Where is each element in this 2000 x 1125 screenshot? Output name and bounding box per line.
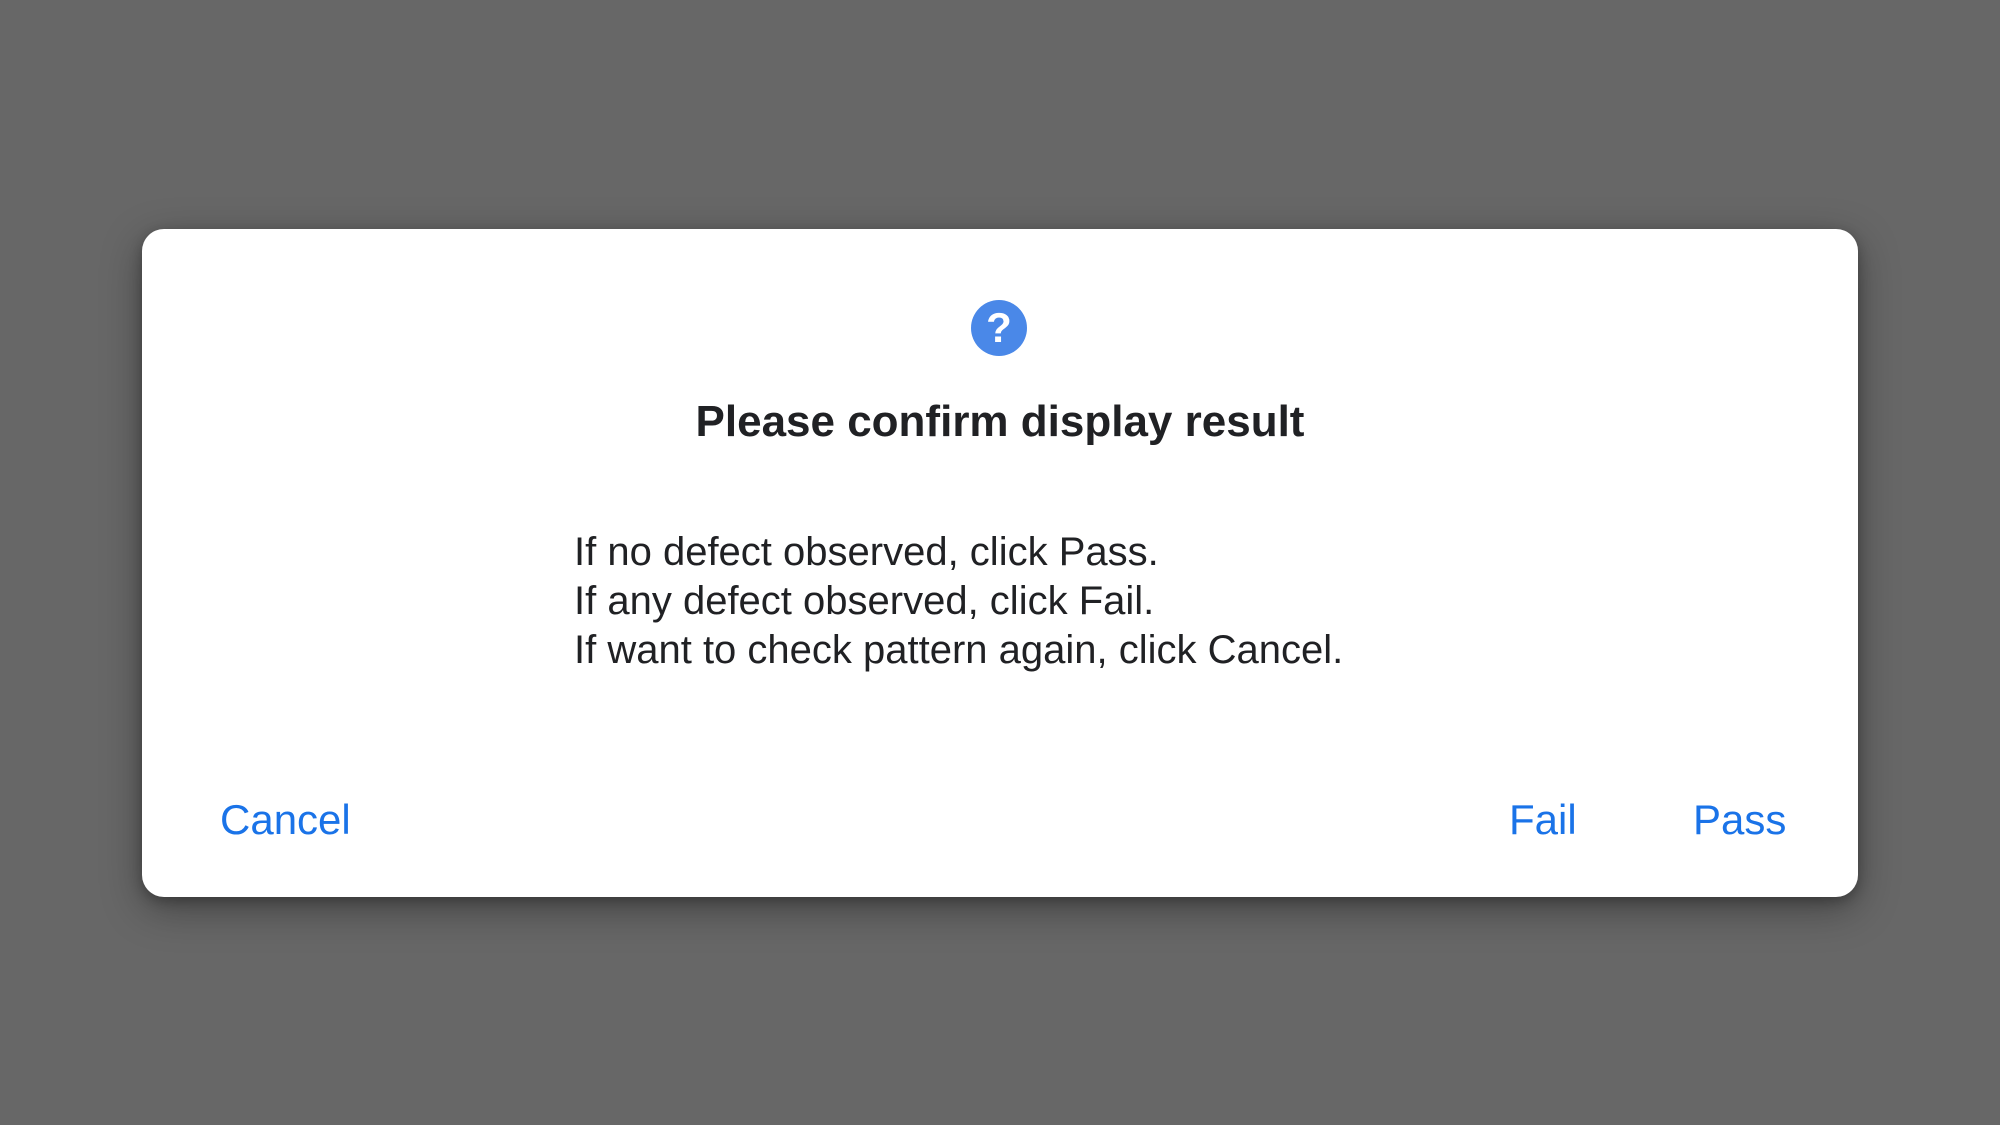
fail-button[interactable]: Fail: [1509, 790, 1577, 850]
message-line: If any defect observed, click Fail.: [574, 579, 1155, 623]
help-circle-icon: ?: [971, 300, 1027, 356]
message-line: If no defect observed, click Pass.: [574, 530, 1159, 574]
message-line: If want to check pattern again, click Ca…: [574, 628, 1344, 672]
pass-button[interactable]: Pass: [1693, 790, 1786, 850]
cancel-button[interactable]: Cancel: [220, 790, 351, 850]
dialog-message: If no defect observed, click Pass. If an…: [574, 528, 1474, 675]
dialog-title: Please confirm display result: [695, 397, 1305, 446]
